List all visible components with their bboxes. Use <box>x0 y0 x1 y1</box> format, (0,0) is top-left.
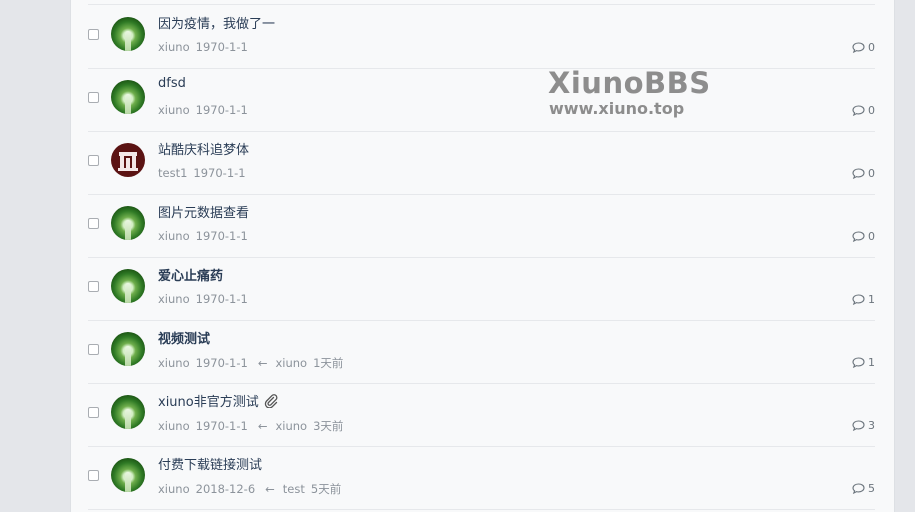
thread-date: 1970-1-1 <box>195 40 248 54</box>
comment-icon <box>852 483 865 494</box>
thread-row[interactable]: xiuno非官方测试 xiuno 1970-1-1 ← xiuno 3天前 3 <box>88 383 875 447</box>
reply-count-value: 1 <box>868 356 875 369</box>
thread-title[interactable]: 站酷庆科追梦体 <box>158 143 249 158</box>
comment-icon <box>852 105 865 116</box>
thread-author[interactable]: xiuno <box>158 103 190 117</box>
comment-icon <box>852 420 865 431</box>
reply-count: 1 <box>852 356 875 369</box>
reply-count-value: 0 <box>868 167 875 180</box>
thread-title-link[interactable]: 视频测试 <box>158 328 210 347</box>
green-tree-avatar[interactable] <box>111 269 145 303</box>
last-reply-user[interactable]: xiuno <box>275 419 307 433</box>
thread-title-link[interactable]: 付费下载链接测试 <box>158 454 262 473</box>
thread-title[interactable]: xiuno非官方测试 <box>158 395 259 410</box>
comment-icon <box>852 168 865 179</box>
thread-author[interactable]: test1 <box>158 166 187 180</box>
thread-checkbox[interactable] <box>88 281 99 292</box>
thread-date: 1970-1-1 <box>195 292 248 306</box>
reply-count: 3 <box>852 419 875 432</box>
thread-author[interactable]: xiuno <box>158 292 190 306</box>
thread-meta: xiuno 1970-1-1 <box>158 229 254 243</box>
thread-row[interactable]: 因为疫情，我做了一 xiuno 1970-1-1 0 <box>88 5 875 69</box>
thread-title[interactable]: 视频测试 <box>158 332 210 347</box>
reply-count: 5 <box>852 482 875 495</box>
green-tree-avatar[interactable] <box>111 17 145 51</box>
reply-count-value: 3 <box>868 419 875 432</box>
thread-title[interactable]: 因为疫情，我做了一 <box>158 17 275 32</box>
thread-title[interactable]: dfsd <box>158 76 186 91</box>
thread-date: 1970-1-1 <box>195 229 248 243</box>
green-tree-avatar[interactable] <box>111 332 145 366</box>
thread-meta: xiuno 1970-1-1 <box>158 103 254 117</box>
green-tree-avatar[interactable] <box>111 80 145 114</box>
reply-arrow-icon: ← <box>265 482 275 496</box>
reply-arrow-icon: ← <box>257 356 268 370</box>
thread-title-link[interactable]: 站酷庆科追梦体 <box>158 139 249 158</box>
attachment-icon <box>264 394 278 408</box>
reply-count-value: 0 <box>868 41 875 54</box>
thread-row[interactable]: 付费下载链接测试 xiuno 2018-12-6 ← test 5天前 5 <box>88 446 875 510</box>
thread-checkbox[interactable] <box>88 92 99 103</box>
thread-author[interactable]: xiuno <box>158 482 190 496</box>
thread-author[interactable]: xiuno <box>158 40 190 54</box>
thread-meta: test1 1970-1-1 <box>158 166 252 180</box>
thread-checkbox[interactable] <box>88 407 99 418</box>
reply-arrow-icon: ← <box>257 419 268 433</box>
comment-icon <box>852 42 865 53</box>
reply-count-value: 5 <box>868 482 875 495</box>
reply-count-value: 1 <box>868 293 875 306</box>
thread-author[interactable]: xiuno <box>158 356 190 370</box>
thread-title-link[interactable]: xiuno非官方测试 <box>158 391 278 410</box>
thread-meta: xiuno 2018-12-6 ← test 5天前 <box>158 481 347 497</box>
thread-checkbox[interactable] <box>88 155 99 166</box>
thread-meta: xiuno 1970-1-1 ← xiuno 1天前 <box>158 355 349 371</box>
thread-title[interactable]: 付费下载链接测试 <box>158 458 262 473</box>
thread-meta: xiuno 1970-1-1 ← xiuno 3天前 <box>158 418 349 434</box>
thread-row[interactable]: 站酷庆科追梦体 test1 1970-1-1 0 <box>88 131 875 195</box>
thread-row[interactable]: dfsd xiuno 1970-1-1 0 <box>88 68 875 132</box>
thread-author[interactable]: xiuno <box>158 419 190 433</box>
reply-count-value: 0 <box>868 104 875 117</box>
thread-date: 2018-12-6 <box>195 482 256 496</box>
reply-count: 0 <box>852 167 875 180</box>
thread-meta: xiuno 1970-1-1 <box>158 40 254 54</box>
comment-icon <box>852 357 865 368</box>
last-reply-time: 1天前 <box>313 356 344 370</box>
last-reply-user[interactable]: xiuno <box>275 356 307 370</box>
thread-date: 1970-1-1 <box>195 103 248 117</box>
comment-icon <box>852 231 865 242</box>
thread-row[interactable]: 视频测试 xiuno 1970-1-1 ← xiuno 1天前 1 <box>88 320 875 384</box>
thread-title-link[interactable]: dfsd <box>158 76 186 91</box>
comment-icon <box>852 294 865 305</box>
red-logo-avatar[interactable] <box>111 143 145 177</box>
thread-title-link[interactable]: 爱心止痛药 <box>158 265 223 284</box>
last-reply-user[interactable]: test <box>283 482 305 496</box>
thread-meta: xiuno 1970-1-1 <box>158 292 254 306</box>
thread-title[interactable]: 图片元数据查看 <box>158 206 249 221</box>
last-reply-time: 5天前 <box>310 482 342 496</box>
green-tree-avatar[interactable] <box>111 458 145 492</box>
green-tree-avatar[interactable] <box>111 206 145 240</box>
thread-checkbox[interactable] <box>88 344 99 355</box>
thread-checkbox[interactable] <box>88 218 99 229</box>
thread-title-link[interactable]: 图片元数据查看 <box>158 202 249 221</box>
reply-count: 0 <box>852 104 875 117</box>
last-reply-time: 3天前 <box>313 419 344 433</box>
thread-checkbox[interactable] <box>88 29 99 40</box>
thread-row[interactable]: 爱心止痛药 xiuno 1970-1-1 1 <box>88 257 875 321</box>
thread-title[interactable]: 爱心止痛药 <box>158 269 223 284</box>
thread-checkbox[interactable] <box>88 470 99 481</box>
reply-count-value: 0 <box>868 230 875 243</box>
thread-date: 1970-1-1 <box>193 166 246 180</box>
thread-author[interactable]: xiuno <box>158 229 190 243</box>
thread-date: 1970-1-1 <box>195 356 248 370</box>
thread-row[interactable]: 图片元数据查看 xiuno 1970-1-1 0 <box>88 194 875 258</box>
reply-count: 0 <box>852 230 875 243</box>
thread-title-link[interactable]: 因为疫情，我做了一 <box>158 13 275 32</box>
reply-count: 1 <box>852 293 875 306</box>
reply-count: 0 <box>852 41 875 54</box>
green-tree-avatar[interactable] <box>111 395 145 429</box>
thread-date: 1970-1-1 <box>195 419 248 433</box>
